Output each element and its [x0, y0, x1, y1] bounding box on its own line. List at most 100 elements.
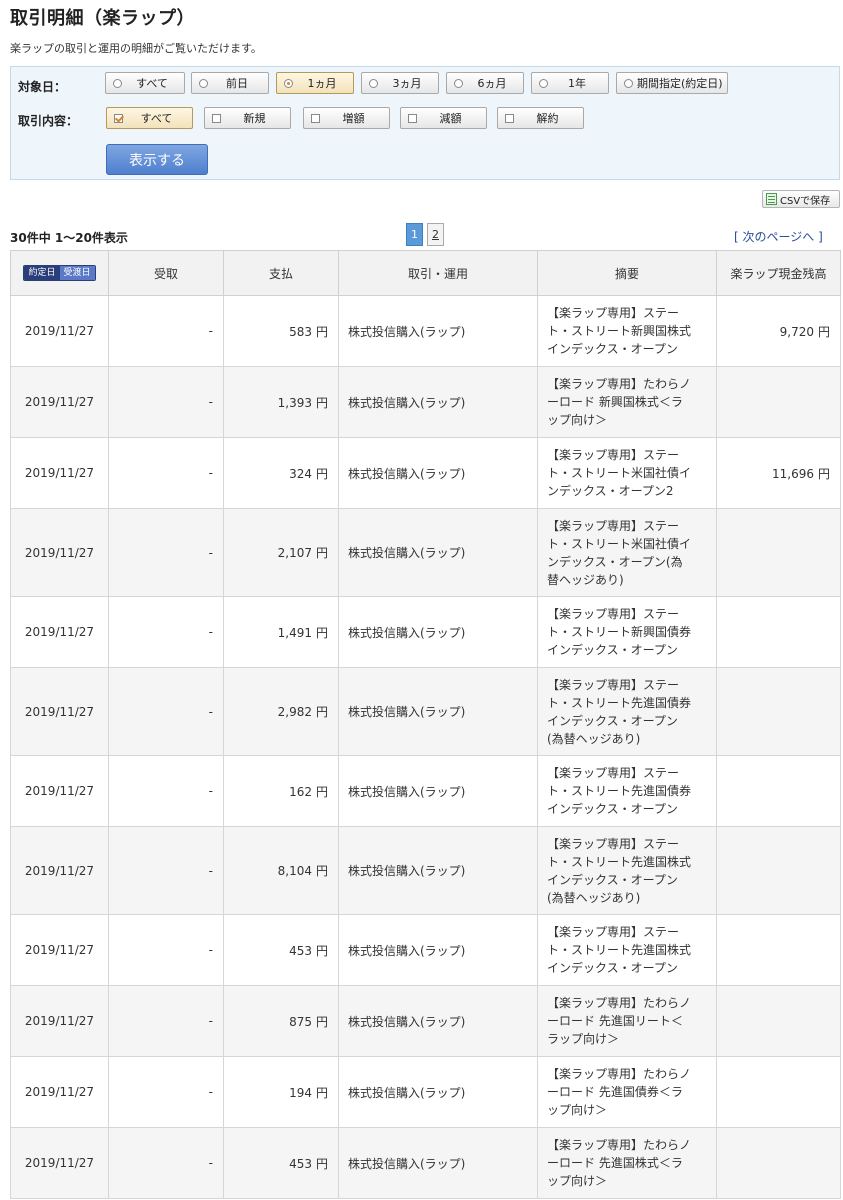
payment-cell: 875 円	[223, 985, 339, 1057]
type-option-0[interactable]: すべて	[106, 107, 193, 129]
payment-amount: 8,104	[277, 864, 312, 878]
date-option-0[interactable]: すべて	[105, 72, 185, 94]
description-cell: 【楽ラップ専用】ステー ト・ストリート先進国株式 インデックス・オープン	[537, 914, 717, 986]
description-line: (為替ヘッジあり)	[547, 890, 641, 905]
trade-date: 2019/11/27	[10, 914, 109, 986]
receive-amount: -	[108, 667, 224, 756]
table-header-row: 約定日 受渡日 受取 支払 取引・運用 摘要 楽ラップ現金残高	[10, 250, 841, 296]
date-option-label: 1ヵ月	[307, 77, 337, 90]
date-option-6[interactable]: 期間指定(約定日)	[616, 72, 728, 94]
payment-amount: 2,982	[277, 705, 312, 719]
description-cell: 【楽ラップ専用】ステー ト・ストリート先進国債券 インデックス・オープン (為替ヘッジ…	[537, 667, 717, 756]
payment-amount: 324	[289, 466, 312, 481]
date-option-2[interactable]: 1ヵ月	[276, 72, 354, 94]
radio-icon[interactable]	[199, 78, 208, 88]
payment-cell: 453 円	[223, 1127, 339, 1199]
currency-unit: 円	[315, 784, 328, 799]
result-count: 30件中 1～20件表示	[10, 231, 128, 245]
type-option-4[interactable]: 解約	[497, 107, 584, 129]
description-line: ト・ストリート新興国株式	[547, 324, 692, 338]
date-option-label: 3ヵ月	[392, 77, 422, 90]
transaction-type-link[interactable]: 株式投信購入(ラップ)	[338, 985, 538, 1057]
radio-icon[interactable]	[369, 78, 378, 88]
type-option-2[interactable]: 増額	[303, 107, 390, 129]
currency-unit: 円	[817, 324, 830, 339]
description-line: (為替ヘッジあり)	[547, 731, 641, 746]
transaction-type-link[interactable]: 株式投信購入(ラップ)	[338, 1056, 538, 1128]
toggle-trade-date[interactable]: 約定日	[24, 266, 60, 280]
type-option-label: 解約	[536, 112, 559, 125]
radio-icon[interactable]	[113, 78, 122, 88]
transaction-type-link[interactable]: 株式投信購入(ラップ)	[338, 755, 538, 827]
description-line: ップ向け＞	[547, 1174, 608, 1188]
description-line: インデックス・オープン	[547, 872, 678, 887]
description-line: 【楽ラップ専用】ステー	[547, 836, 680, 851]
spreadsheet-icon	[766, 193, 777, 205]
page-link-1[interactable]: 1	[406, 223, 423, 246]
toggle-settle-date[interactable]: 受渡日	[59, 266, 95, 280]
checkbox-icon[interactable]	[408, 113, 417, 123]
type-option-3[interactable]: 減額	[400, 107, 487, 129]
checkbox-icon[interactable]	[311, 113, 320, 123]
radio-icon[interactable]	[624, 78, 633, 88]
radio-icon[interactable]	[539, 78, 548, 88]
transaction-type-link[interactable]: 株式投信購入(ラップ)	[338, 826, 538, 915]
page-link-2[interactable]: 2	[427, 223, 444, 246]
transaction-type-link[interactable]: 株式投信購入(ラップ)	[338, 366, 538, 438]
transaction-type-link[interactable]: 株式投信購入(ラップ)	[338, 914, 538, 986]
description-line: ップ向け＞	[547, 413, 608, 427]
table-row: 2019/11/27-2,107 円株式投信購入(ラップ) 【楽ラップ専用】ステート…	[10, 508, 841, 597]
date-option-5[interactable]: 1年	[531, 72, 609, 94]
transaction-type-link[interactable]: 株式投信購入(ラップ)	[338, 508, 538, 597]
receive-amount: -	[108, 755, 224, 827]
radio-icon[interactable]	[454, 78, 463, 88]
show-button[interactable]: 表示する	[106, 144, 208, 175]
date-option-label: 前日	[226, 77, 248, 90]
checkbox-icon[interactable]	[114, 113, 123, 123]
transaction-type-link[interactable]: 株式投信購入(ラップ)	[338, 295, 538, 367]
payment-cell: 1,491 円	[223, 596, 339, 668]
currency-unit: 円	[315, 1156, 328, 1171]
date-filter-label: 対象日：	[18, 80, 67, 94]
description-line: ト・ストリート先進国債券	[547, 695, 692, 710]
type-option-label: 減額	[439, 112, 462, 125]
date-option-4[interactable]: 6ヵ月	[446, 72, 524, 94]
table-row: 2019/11/27-453 円株式投信購入(ラップ) 【楽ラップ専用】たわらノ ーロ…	[10, 1127, 841, 1199]
description-line: 【楽ラップ専用】たわらノ	[547, 1067, 692, 1081]
date-option-label: 6ヵ月	[477, 77, 507, 90]
transaction-type-link[interactable]: 株式投信購入(ラップ)	[338, 1127, 538, 1199]
date-option-3[interactable]: 3ヵ月	[361, 72, 439, 94]
description-line: インデックス・オープン	[547, 802, 678, 816]
description-line: 【楽ラップ専用】ステー	[547, 607, 680, 621]
receive-amount: -	[108, 366, 224, 438]
description-cell: 【楽ラップ専用】たわらノ ーロード 先進国債券＜ラ ップ向け＞	[537, 1056, 717, 1128]
radio-icon[interactable]	[284, 78, 293, 88]
transaction-type-link[interactable]: 株式投信購入(ラップ)	[338, 667, 538, 756]
next-page-link[interactable]: [ 次のページへ ]	[734, 228, 823, 245]
payment-amount: 162	[289, 784, 312, 799]
csv-save-button[interactable]: CSVで保存	[762, 190, 840, 208]
currency-unit: 円	[315, 705, 328, 719]
currency-unit: 円	[315, 395, 328, 410]
description-cell: 【楽ラップ専用】ステー ト・ストリート米国社債イ ンデックス・オープン(為 替ヘッジあ…	[537, 508, 717, 597]
description-line: ーロード 先進国株式＜ラ	[547, 1156, 683, 1170]
table-body: 2019/11/27-583 円株式投信購入(ラップ) 【楽ラップ専用】ステー ト・ス…	[10, 295, 841, 1199]
header-transaction: 取引・運用	[338, 250, 538, 296]
checkbox-icon[interactable]	[212, 113, 221, 123]
description-cell: 【楽ラップ専用】たわらノ ーロード 先進国株式＜ラ ップ向け＞	[537, 1127, 717, 1199]
date-option-1[interactable]: 前日	[191, 72, 269, 94]
receive-amount: -	[108, 437, 224, 509]
description-line: 【楽ラップ専用】ステー	[547, 677, 680, 692]
date-basis-toggle[interactable]: 約定日 受渡日	[23, 265, 96, 281]
transaction-type-link[interactable]: 株式投信購入(ラップ)	[338, 437, 538, 509]
payment-cell: 2,982 円	[223, 667, 339, 756]
transaction-type-link[interactable]: 株式投信購入(ラップ)	[338, 596, 538, 668]
receive-amount: -	[108, 826, 224, 915]
description-line: ンデックス・オープン2	[547, 484, 674, 498]
checkbox-icon[interactable]	[505, 113, 514, 123]
type-option-1[interactable]: 新規	[204, 107, 291, 129]
currency-unit: 円	[315, 1014, 328, 1029]
description-line: インデックス・オープン	[547, 713, 678, 728]
type-filter-label: 取引内容：	[18, 114, 79, 128]
payment-cell: 583 円	[223, 295, 339, 367]
